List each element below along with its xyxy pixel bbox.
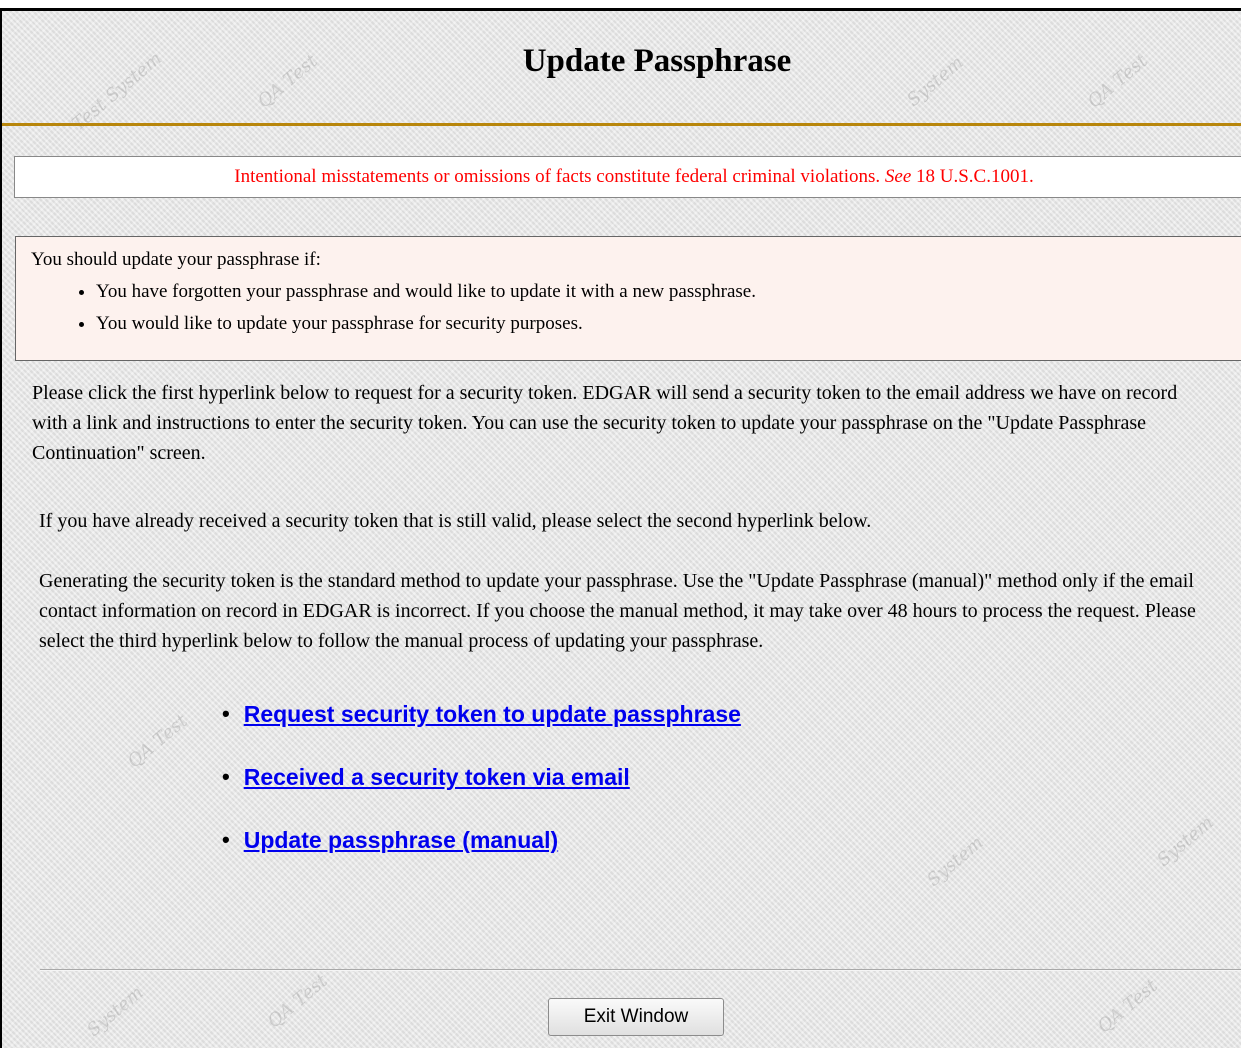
legal-warning: Intentional misstatements or omissions o… [14, 156, 1241, 198]
instruction-paragraph-3: Generating the security token is the sta… [39, 570, 1196, 652]
warning-text: Intentional misstatements or omissions o… [234, 166, 885, 187]
page-frame: Test System QA Test System QA Test QA Te… [0, 8, 1241, 1048]
watermark: System [923, 832, 988, 891]
manual-update-link[interactable]: Update passphrase (manual) [244, 827, 558, 854]
page-title: Update Passphrase [522, 43, 792, 79]
bullet-icon: • [222, 764, 230, 789]
header-divider [2, 123, 1241, 126]
instruction-paragraph-2: If you have already received a security … [39, 510, 872, 532]
link-row: • Update passphrase (manual) [222, 827, 741, 890]
bullet-icon: • [222, 827, 230, 852]
watermark: System [83, 982, 148, 1041]
list-item: You would like to update your passphrase… [96, 311, 1241, 337]
link-row: • Request security token to update passp… [222, 701, 741, 764]
watermark: QA Test [1093, 975, 1162, 1038]
link-row: • Received a security token via email [222, 764, 741, 827]
instruction-paragraph-1: Please click the first hyperlink below t… [32, 382, 1178, 464]
watermark: QA Test [123, 710, 192, 773]
exit-window-button[interactable]: Exit Window [548, 998, 724, 1036]
warning-citation: 18 U.S.C.1001. [911, 166, 1034, 187]
action-links: • Request security token to update passp… [222, 701, 741, 890]
update-reasons-box: You should update your passphrase if: Yo… [15, 236, 1241, 361]
footer-divider [40, 969, 1241, 971]
bullet-icon: • [222, 701, 230, 726]
list-item: You have forgotten your passphrase and w… [96, 279, 1241, 305]
watermark: System [1153, 812, 1218, 871]
warning-see: See [884, 166, 912, 187]
reasons-list: You have forgotten your passphrase and w… [31, 279, 1241, 337]
watermark: QA Test [263, 970, 332, 1033]
received-token-link[interactable]: Received a security token via email [244, 764, 630, 791]
request-token-link[interactable]: Request security token to update passphr… [244, 701, 741, 728]
reasons-heading: You should update your passphrase if: [31, 249, 321, 270]
